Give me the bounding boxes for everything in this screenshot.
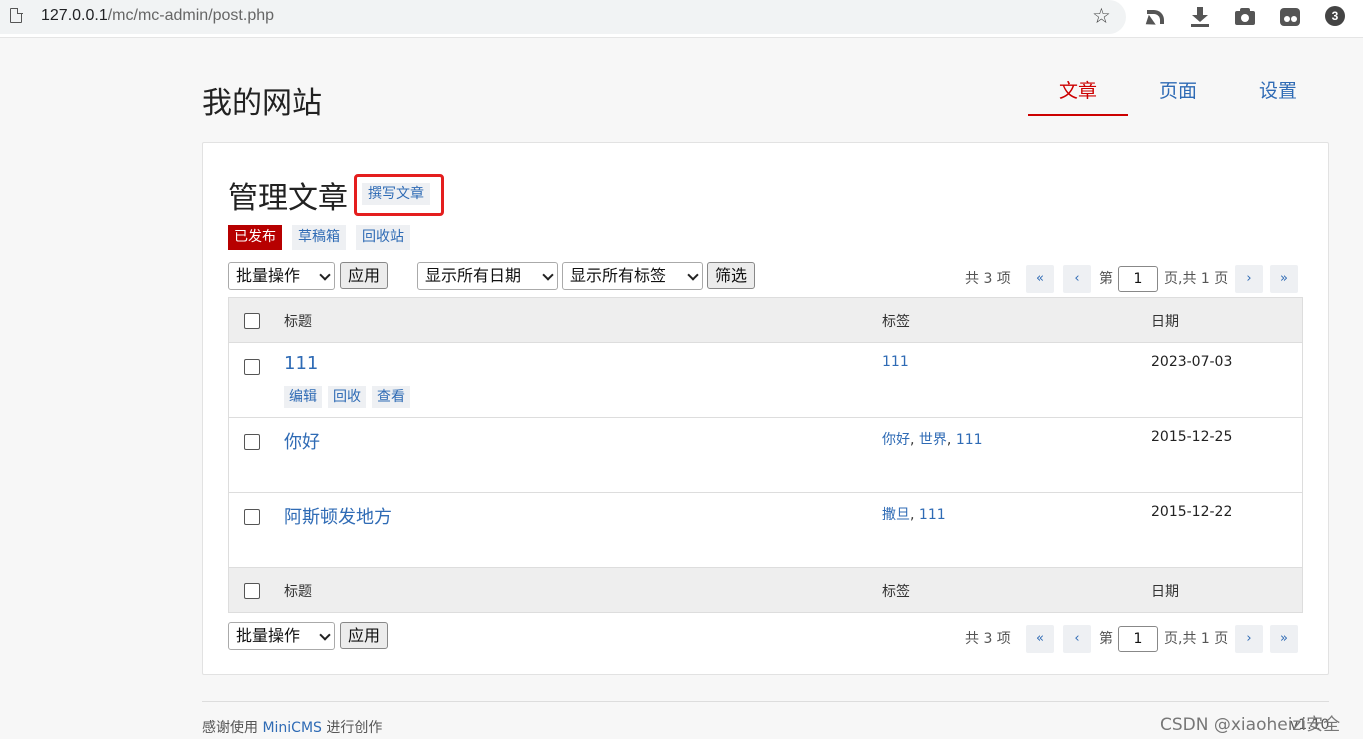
row-actions: 编辑 回收 查看 bbox=[284, 386, 416, 408]
table-row: 111 编辑 回收 查看 111 2023-07-03 bbox=[229, 343, 1302, 418]
site-title: 我的网站 bbox=[202, 86, 322, 121]
post-title-link[interactable]: 111 bbox=[284, 353, 318, 374]
pager-first-button[interactable]: « bbox=[1026, 625, 1054, 653]
posts-panel: 管理文章 撰写文章 已发布 草稿箱 回收站 批量操作 应用 显示所有日期 显示所… bbox=[202, 142, 1329, 675]
select-all-checkbox[interactable] bbox=[244, 583, 260, 599]
column-header-date: 日期 bbox=[1151, 314, 1179, 330]
bookmark-star-icon[interactable]: ☆ bbox=[1092, 4, 1111, 28]
pager-prev-button[interactable]: ‹ bbox=[1063, 625, 1091, 653]
post-date: 2023-07-03 bbox=[1151, 354, 1233, 370]
trash-action[interactable]: 回收 bbox=[328, 386, 366, 408]
table-footer: 标题 标签 日期 bbox=[229, 567, 1302, 612]
share-icon[interactable] bbox=[1142, 5, 1166, 30]
address-bar[interactable]: 127.0.0.1/mc/mc-admin/post.php ☆ bbox=[0, 0, 1126, 34]
browser-toolbar: 127.0.0.1/mc/mc-admin/post.php ☆ 3 bbox=[0, 0, 1363, 38]
tag-link[interactable]: 撒旦 bbox=[882, 507, 910, 523]
column-header-title: 标题 bbox=[284, 314, 312, 330]
filter-button[interactable]: 筛选 bbox=[707, 262, 755, 289]
extension-icon[interactable] bbox=[1279, 5, 1301, 27]
column-footer-tags: 标签 bbox=[882, 584, 910, 600]
profile-badge[interactable]: 3 bbox=[1325, 6, 1345, 26]
apply-button-bottom[interactable]: 应用 bbox=[340, 622, 388, 649]
date-filter-select[interactable]: 显示所有日期 bbox=[417, 262, 558, 290]
chevron-down-icon bbox=[319, 629, 331, 641]
view-action[interactable]: 查看 bbox=[372, 386, 410, 408]
url-text[interactable]: 127.0.0.1/mc/mc-admin/post.php bbox=[41, 7, 274, 25]
filter-drafts[interactable]: 草稿箱 bbox=[292, 225, 346, 250]
page-number-input[interactable]: 1 bbox=[1118, 266, 1158, 292]
nav-tab-posts[interactable]: 文章 bbox=[1028, 78, 1128, 116]
download-icon[interactable] bbox=[1189, 5, 1211, 27]
table-row: 阿斯顿发地方 撒旦, 111 2015-12-22 bbox=[229, 493, 1302, 568]
apply-button[interactable]: 应用 bbox=[340, 262, 388, 289]
pager-next-button[interactable]: › bbox=[1235, 625, 1263, 653]
post-tags: 撒旦, 111 bbox=[882, 507, 946, 523]
pager-suffix: 页,共 1 页 bbox=[1164, 271, 1229, 287]
page-icon bbox=[10, 7, 23, 23]
row-checkbox[interactable] bbox=[244, 509, 260, 525]
post-tags: 你好, 世界, 111 bbox=[882, 432, 983, 448]
watermark: CSDN @xiaoheizi安全 bbox=[1160, 715, 1341, 735]
tag-link[interactable]: 111 bbox=[956, 432, 983, 448]
footer-divider bbox=[202, 701, 1329, 702]
tag-link[interactable]: 世界 bbox=[919, 432, 947, 448]
bulk-action-select[interactable]: 批量操作 bbox=[228, 262, 335, 290]
pager-next-button[interactable]: › bbox=[1235, 265, 1263, 293]
chevron-down-icon bbox=[542, 269, 554, 281]
table-row: 你好 你好, 世界, 111 2015-12-25 bbox=[229, 418, 1302, 493]
column-header-tags: 标签 bbox=[882, 314, 910, 330]
row-checkbox[interactable] bbox=[244, 434, 260, 450]
column-footer-title: 标题 bbox=[284, 584, 312, 600]
pager-first-button[interactable]: « bbox=[1026, 265, 1054, 293]
tag-link[interactable]: 你好 bbox=[882, 432, 910, 448]
screenshot-camera-icon[interactable] bbox=[1234, 5, 1256, 27]
write-post-button[interactable]: 撰写文章 bbox=[362, 183, 430, 205]
post-date: 2015-12-25 bbox=[1151, 429, 1233, 445]
row-checkbox[interactable] bbox=[244, 359, 260, 375]
pager-total: 共 3 项 bbox=[965, 631, 1011, 647]
column-footer-date: 日期 bbox=[1151, 584, 1179, 600]
pager-prev-button[interactable]: ‹ bbox=[1063, 265, 1091, 293]
filter-trash[interactable]: 回收站 bbox=[356, 225, 410, 250]
post-title-link[interactable]: 你好 bbox=[284, 428, 320, 454]
tag-filter-select[interactable]: 显示所有标签 bbox=[562, 262, 703, 290]
page-number-input[interactable]: 1 bbox=[1118, 626, 1158, 652]
pager-last-button[interactable]: » bbox=[1270, 625, 1298, 653]
tag-link[interactable]: 111 bbox=[919, 507, 946, 523]
page-title: 管理文章 bbox=[228, 181, 348, 216]
table-header: 标题 标签 日期 bbox=[229, 298, 1302, 343]
post-title-link[interactable]: 阿斯顿发地方 bbox=[284, 503, 392, 529]
edit-action[interactable]: 编辑 bbox=[284, 386, 322, 408]
pager-prefix: 第 bbox=[1099, 271, 1113, 287]
footer-credit: 感谢使用 MiniCMS 进行创作 bbox=[202, 720, 383, 736]
minicms-link[interactable]: MiniCMS bbox=[262, 720, 321, 736]
pager-suffix: 页,共 1 页 bbox=[1164, 631, 1229, 647]
post-tags: 111 bbox=[882, 354, 909, 370]
filter-published[interactable]: 已发布 bbox=[228, 225, 282, 250]
tag-link[interactable]: 111 bbox=[882, 354, 909, 370]
pager-last-button[interactable]: » bbox=[1270, 265, 1298, 293]
chevron-down-icon bbox=[687, 269, 699, 281]
select-all-checkbox[interactable] bbox=[244, 313, 260, 329]
post-date: 2015-12-22 bbox=[1151, 504, 1233, 520]
pager-prefix: 第 bbox=[1099, 631, 1113, 647]
nav-tab-settings[interactable]: 设置 bbox=[1228, 78, 1328, 116]
bulk-action-select-bottom[interactable]: 批量操作 bbox=[228, 622, 335, 650]
write-post-highlight: 撰写文章 bbox=[354, 174, 444, 216]
posts-table: 标题 标签 日期 111 编辑 回收 查看 111 2023-07-03 你好 你好… bbox=[228, 297, 1303, 613]
nav-tab-pages[interactable]: 页面 bbox=[1128, 78, 1228, 116]
pager-total: 共 3 项 bbox=[965, 271, 1011, 287]
chevron-down-icon bbox=[319, 269, 331, 281]
